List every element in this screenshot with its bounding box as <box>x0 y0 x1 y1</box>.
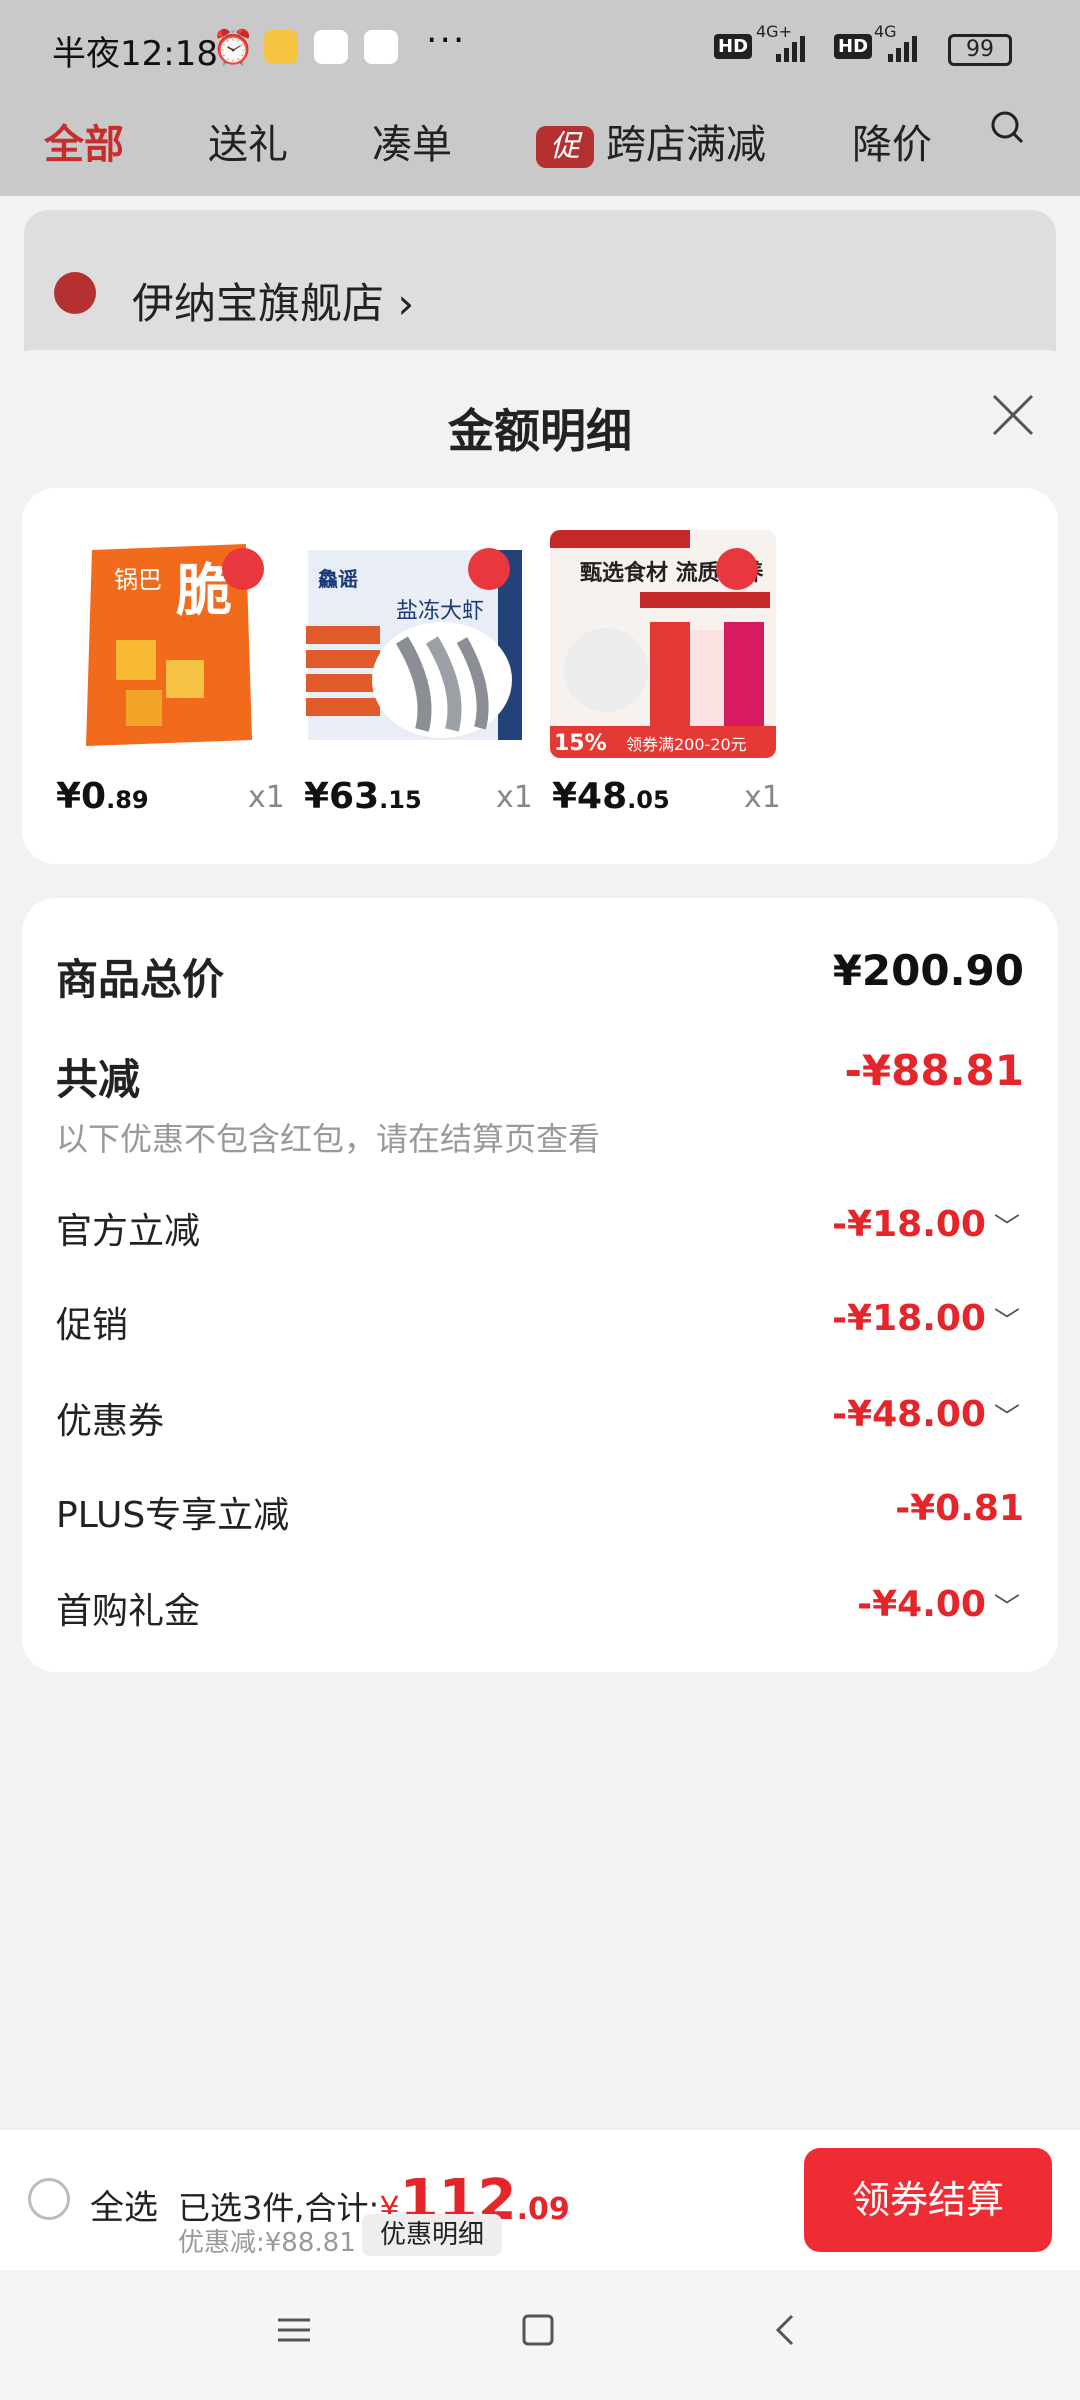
discount-amount: -¥4.00 <box>857 1584 986 1625</box>
select-all-radio[interactable] <box>28 2178 70 2220</box>
tab-all[interactable]: 全部 <box>44 112 124 170</box>
discount-value-official[interactable]: -¥18.00 ﹀ <box>832 1204 1020 1245</box>
amount-breakdown-card <box>22 898 1058 1672</box>
discount-label-official: 官方立减 <box>56 1211 201 1252</box>
tab-price-drop[interactable]: 降价 <box>852 112 932 170</box>
signal-icon-2 <box>888 34 917 62</box>
sheet-title: 金额明细 <box>448 404 632 458</box>
status-bar: 半夜12:18 ⏰ ··· HD 4G+ HD 4G 99 <box>0 0 1080 96</box>
close-icon[interactable] <box>988 390 1038 440</box>
product-price: ¥0.89 <box>56 776 149 817</box>
product-check-icon[interactable] <box>716 548 758 590</box>
product-qty: x1 <box>248 780 285 815</box>
back-icon[interactable] <box>766 2310 806 2350</box>
goods-total-value: ¥200.90 <box>832 946 1024 995</box>
chevron-down-icon[interactable]: ﹀ <box>994 1213 1020 1243</box>
alarm-icon: ⏰ <box>212 28 255 68</box>
discount-summary: 优惠减:¥88.81 <box>178 2228 356 2258</box>
svg-text:15%: 15% <box>554 731 607 756</box>
product-price: ¥63.15 <box>304 776 422 817</box>
chevron-down-icon[interactable]: ﹀ <box>994 1307 1020 1337</box>
promo-badge: 促 <box>536 126 594 168</box>
signal-icon <box>776 34 805 62</box>
product-check-icon[interactable] <box>222 548 264 590</box>
svg-text:盐冻大虾: 盐冻大虾 <box>396 599 484 624</box>
hd-icon: HD <box>714 34 753 59</box>
price-decimal: .15 <box>379 786 422 814</box>
discount-label-promo: 促销 <box>56 1305 129 1346</box>
category-tabs: 全部 送礼 凑单 促跨店满减 降价 <box>0 96 1080 196</box>
discount-amount: -¥18.00 <box>832 1204 986 1245</box>
select-all-label[interactable]: 全选 <box>90 2180 158 2229</box>
discount-label-coupon: 优惠券 <box>56 1401 165 1442</box>
price-integer: ¥0 <box>56 776 107 817</box>
price-integer: ¥63 <box>304 776 380 817</box>
svg-text:鱻谣: 鱻谣 <box>318 567 358 591</box>
tab-bundle[interactable]: 凑单 <box>372 112 452 170</box>
product-check-icon[interactable] <box>468 548 510 590</box>
video-app-icon-2 <box>364 30 398 64</box>
product-qty: x1 <box>496 780 533 815</box>
discount-value-first-buy[interactable]: -¥4.00 ﹀ <box>857 1584 1020 1625</box>
discount-label-plus: PLUS专享立减 <box>56 1495 290 1536</box>
goods-total-label: 商品总价 <box>56 955 225 1004</box>
more-notifications-icon: ··· <box>426 20 467 61</box>
chevron-down-icon[interactable]: ﹀ <box>994 1403 1020 1433</box>
tab-gift[interactable]: 送礼 <box>208 112 288 170</box>
svg-text:锅巴: 锅巴 <box>114 566 162 594</box>
discount-value-plus: -¥0.81 <box>895 1488 1024 1529</box>
price-decimal: .05 <box>627 786 670 814</box>
discount-amount: -¥18.00 <box>832 1298 986 1339</box>
total-reduce-value: -¥88.81 <box>844 1046 1024 1095</box>
product-price: ¥48.05 <box>552 776 670 817</box>
store-name[interactable]: 伊纳宝旗舰店 › <box>132 270 414 331</box>
chevron-down-icon[interactable]: ﹀ <box>994 1593 1020 1623</box>
tab-cross-store-label: 跨店满减 <box>606 122 766 168</box>
weibo-icon <box>264 30 298 64</box>
search-icon[interactable] <box>990 110 1024 144</box>
status-time: 半夜12:18 <box>52 34 218 74</box>
menu-icon[interactable] <box>274 2310 314 2350</box>
svg-text:领券满200-20元: 领券满200-20元 <box>626 735 747 754</box>
home-icon[interactable] <box>518 2310 558 2350</box>
store-check-icon[interactable] <box>54 272 96 314</box>
battery-icon: 99 <box>948 34 1012 66</box>
discount-detail-button[interactable]: 优惠明细 <box>362 2214 503 2256</box>
discount-label-first-buy: 首购礼金 <box>56 1591 201 1632</box>
price-decimal: .89 <box>106 786 149 814</box>
discount-value-coupon[interactable]: -¥48.00 ﹀ <box>832 1394 1020 1435</box>
discount-value-promo[interactable]: -¥18.00 ﹀ <box>832 1298 1020 1339</box>
discount-amount: -¥48.00 <box>832 1394 986 1435</box>
product-qty: x1 <box>744 780 781 815</box>
video-app-icon <box>314 30 348 64</box>
discount-note: 以下优惠不包含红包，请在结算页查看 <box>56 1120 601 1158</box>
total-decimal: .09 <box>516 2192 570 2227</box>
hd-icon-2: HD <box>834 34 873 59</box>
tab-cross-store[interactable]: 促跨店满减 <box>536 112 766 170</box>
price-integer: ¥48 <box>552 776 628 817</box>
checkout-button[interactable]: 领券结算 <box>804 2148 1052 2252</box>
total-reduce-label: 共减 <box>56 1055 141 1104</box>
discount-amount: -¥0.81 <box>895 1488 1024 1529</box>
